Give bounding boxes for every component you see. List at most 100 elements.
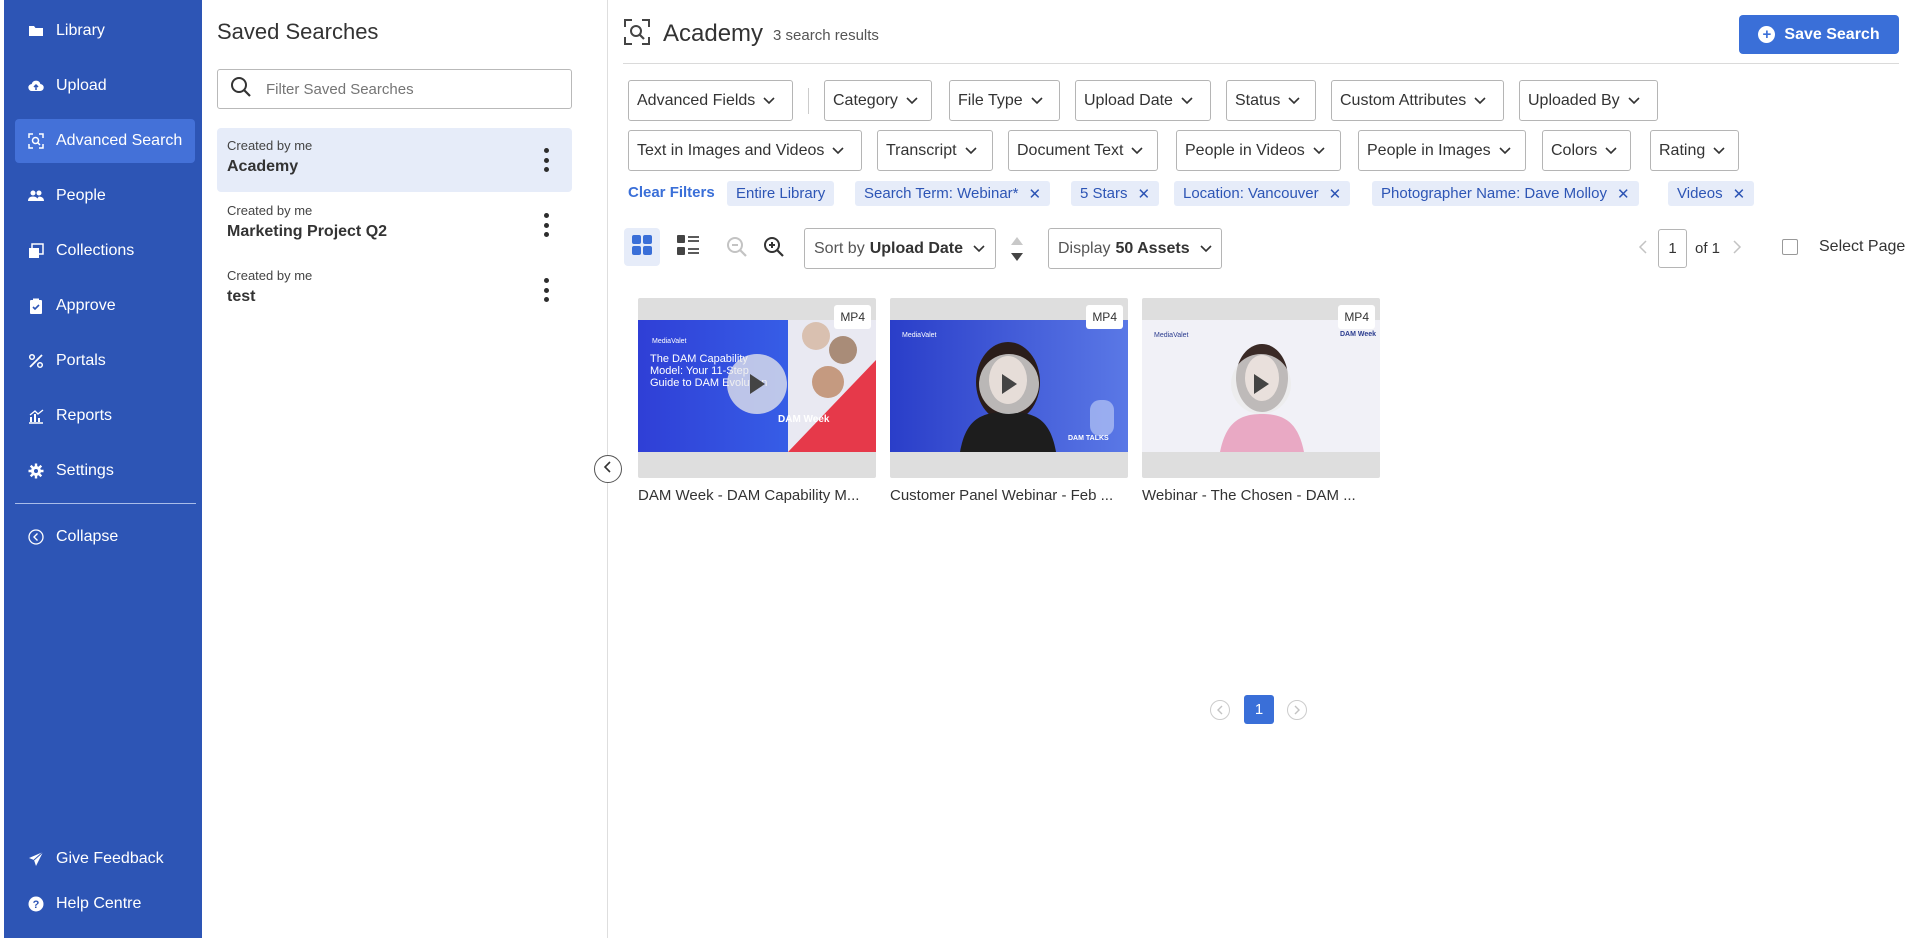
filter-category[interactable]: Category	[824, 80, 932, 121]
asset-title[interactable]: Webinar - The Chosen - DAM ...	[1142, 487, 1380, 504]
help-icon: ?	[27, 895, 45, 913]
header-divider	[623, 63, 1899, 64]
saved-search-filter[interactable]	[217, 69, 572, 109]
chevron-down-icon	[1200, 244, 1212, 252]
filter-transcript[interactable]: Transcript	[877, 130, 993, 171]
filter-advanced-fields[interactable]: Advanced Fields	[628, 80, 793, 121]
filter-label: Text in Images and Videos	[637, 141, 825, 159]
chevron-left-circle-icon	[27, 528, 45, 546]
asset-thumbnail[interactable]: MediaValet The DAM Capability Model: You…	[638, 298, 876, 478]
saved-search-item[interactable]: Created by me Academy	[217, 128, 572, 192]
file-type-badge: MP4	[1086, 305, 1123, 329]
zoom-in-icon[interactable]	[761, 234, 787, 260]
filter-custom-attributes[interactable]: Custom Attributes	[1331, 80, 1504, 121]
asset-thumbnail[interactable]: MediaValet DAM Week MP4	[1142, 298, 1380, 478]
sidebar-collapse[interactable]: Collapse	[15, 515, 195, 559]
send-icon	[27, 850, 45, 868]
checkbox[interactable]	[1782, 239, 1798, 255]
filter-separator	[808, 88, 809, 114]
asset-card[interactable]: MediaValet DAM TALKS MP4 Customer Panel …	[890, 298, 1128, 504]
saved-search-meta: Created by me	[227, 138, 313, 153]
page-total: of 1	[1695, 240, 1721, 257]
close-icon[interactable]: ✕	[1329, 185, 1342, 203]
sidebar-help-centre[interactable]: ? Help Centre	[15, 882, 195, 926]
collapse-panel-button[interactable]	[594, 455, 622, 483]
page-number-input[interactable]: 1	[1658, 229, 1687, 268]
filter-colors[interactable]: Colors	[1542, 130, 1631, 171]
list-view-button[interactable]	[670, 228, 706, 266]
asset-thumbnail[interactable]: MediaValet DAM TALKS MP4	[890, 298, 1128, 478]
prev-page-icon[interactable]	[1638, 239, 1648, 258]
sidebar-item-upload[interactable]: Upload	[15, 64, 195, 108]
more-options-icon[interactable]	[544, 148, 550, 172]
filter-chip-videos: Videos ✕	[1668, 181, 1755, 206]
play-icon[interactable]	[979, 354, 1039, 414]
asset-card[interactable]: MediaValet The DAM Capability Model: You…	[638, 298, 876, 504]
sidebar-item-people[interactable]: People	[15, 174, 195, 218]
filter-status[interactable]: Status	[1226, 80, 1316, 121]
search-scan-icon	[27, 132, 45, 150]
chevron-down-icon	[1288, 96, 1300, 104]
sidebar-give-feedback[interactable]: Give Feedback	[15, 837, 195, 881]
sidebar-item-advanced-search[interactable]: Advanced Search	[15, 119, 195, 163]
filter-upload-date[interactable]: Upload Date	[1075, 80, 1211, 121]
sidebar-item-collections[interactable]: Collections	[15, 229, 195, 273]
close-icon[interactable]: ✕	[1029, 185, 1042, 203]
filter-people-in-videos[interactable]: People in Videos	[1176, 130, 1341, 171]
sort-arrows-icon	[1011, 237, 1023, 261]
chevron-down-icon	[832, 146, 844, 154]
more-options-icon[interactable]	[544, 278, 550, 302]
filter-label: People in Images	[1367, 141, 1491, 159]
sidebar-item-reports[interactable]: Reports	[15, 394, 195, 438]
clear-filters-link[interactable]: Clear Filters	[628, 184, 715, 201]
next-page-icon[interactable]	[1287, 699, 1307, 720]
sidebar-item-approve[interactable]: Approve	[15, 284, 195, 328]
next-page-icon[interactable]	[1732, 239, 1742, 258]
save-search-button[interactable]: + Save Search	[1739, 15, 1899, 54]
sort-dropdown[interactable]: Sort by Upload Date	[804, 228, 996, 269]
play-icon[interactable]	[1231, 354, 1291, 414]
filter-rating[interactable]: Rating	[1650, 130, 1739, 171]
sidebar-item-settings[interactable]: Settings	[15, 449, 195, 493]
filter-document-text[interactable]: Document Text	[1008, 130, 1158, 171]
more-options-icon[interactable]	[544, 213, 550, 237]
sidebar-item-label: Approve	[56, 297, 116, 314]
sidebar-item-library[interactable]: Library	[15, 9, 195, 53]
grid-view-button[interactable]	[624, 228, 660, 266]
filter-label: Status	[1235, 91, 1281, 109]
saved-search-item[interactable]: Created by me Marketing Project Q2	[217, 193, 572, 257]
asset-card[interactable]: MediaValet DAM Week MP4 Webinar - The Ch…	[1142, 298, 1380, 504]
close-icon[interactable]: ✕	[1138, 185, 1151, 203]
chip-label: 5 Stars	[1080, 185, 1128, 202]
result-count: 3 search results	[773, 27, 879, 44]
filter-file-type[interactable]: File Type	[949, 80, 1060, 121]
chip-label: Entire Library	[736, 185, 826, 202]
page-number-button[interactable]: 1	[1244, 695, 1274, 724]
prev-page-icon[interactable]	[1210, 699, 1230, 720]
sidebar-divider	[15, 503, 196, 504]
filter-saved-searches-input[interactable]	[266, 80, 546, 98]
close-icon[interactable]: ✕	[1617, 185, 1630, 203]
chevron-down-icon	[973, 244, 985, 252]
saved-search-name: Marketing Project Q2	[227, 223, 388, 240]
filter-chip-entire-library[interactable]: Entire Library	[727, 181, 835, 206]
chip-label: Photographer Name: Dave Molloy	[1381, 185, 1607, 202]
select-page-checkbox[interactable]: Select Page	[1782, 238, 1905, 256]
sort-direction-toggle[interactable]	[1007, 234, 1027, 264]
filter-uploaded-by[interactable]: Uploaded By	[1519, 80, 1658, 121]
filter-chip-photographer: Photographer Name: Dave Molloy ✕	[1372, 181, 1639, 206]
zoom-out-icon[interactable]	[724, 234, 750, 260]
filter-people-in-images[interactable]: People in Images	[1358, 130, 1526, 171]
sidebar-item-portals[interactable]: Portals	[15, 339, 195, 383]
filter-text-in-images-videos[interactable]: Text in Images and Videos	[628, 130, 862, 171]
close-icon[interactable]: ✕	[1733, 185, 1746, 203]
search-scan-icon	[623, 18, 651, 51]
filter-label: Document Text	[1017, 141, 1124, 159]
sidebar-item-label: Settings	[56, 462, 114, 479]
play-icon[interactable]	[727, 354, 787, 414]
asset-title[interactable]: Customer Panel Webinar - Feb ...	[890, 487, 1128, 504]
display-count-dropdown[interactable]: Display 50 Assets	[1048, 228, 1222, 269]
asset-title[interactable]: DAM Week - DAM Capability M...	[638, 487, 876, 504]
filter-chip-search-term: Search Term: Webinar* ✕	[855, 181, 1051, 206]
saved-search-item[interactable]: Created by me test	[217, 258, 572, 322]
